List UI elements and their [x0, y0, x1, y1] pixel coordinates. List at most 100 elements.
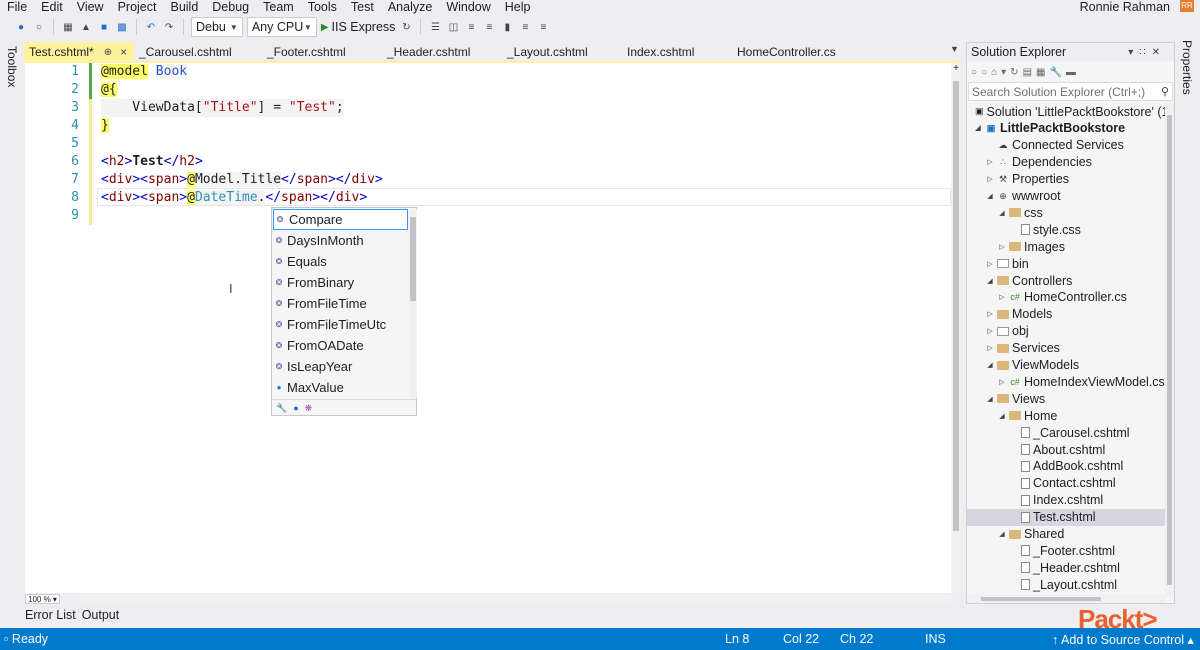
collapse-arrow-icon[interactable]: ▷: [997, 243, 1007, 251]
menu-test[interactable]: Test: [344, 0, 381, 14]
close-icon[interactable]: ✕: [1152, 47, 1166, 58]
scroll-thumb[interactable]: [1167, 115, 1172, 585]
undo-icon[interactable]: ↶: [144, 20, 158, 34]
tree-node[interactable]: ◢ Views: [967, 390, 1165, 407]
tree-node[interactable]: _Footer.cshtml: [967, 542, 1165, 559]
code-line-8[interactable]: <div><span>@DateTime.</span></div>: [101, 189, 367, 207]
tree-node[interactable]: ▷ obj: [967, 323, 1165, 340]
code-line-1[interactable]: @model Book: [101, 63, 188, 81]
code-line-3[interactable]: ViewData["Title"] = "Test";: [101, 99, 344, 117]
bottom-tab-output[interactable]: Output: [82, 608, 120, 624]
refresh-icon[interactable]: ↻: [399, 20, 413, 34]
forward-icon[interactable]: ○: [32, 20, 46, 34]
completion-item[interactable]: ❂ IsLeapYear: [273, 356, 408, 377]
tab-index-cshtml[interactable]: Index.cshtml: [614, 42, 724, 62]
bookmark-icon[interactable]: ▮: [500, 20, 514, 34]
collapse-arrow-icon[interactable]: ▷: [985, 327, 995, 335]
collapse-arrow-icon[interactable]: ▷: [985, 260, 995, 268]
tree-node[interactable]: ▷ bin: [967, 255, 1165, 272]
tree-node[interactable]: style.css: [967, 221, 1165, 238]
toolbox-strip[interactable]: Toolbox: [0, 40, 24, 628]
toolbox-label[interactable]: Toolbox: [5, 46, 19, 87]
collapse-all-icon[interactable]: ▤: [1023, 67, 1032, 78]
tree-node[interactable]: ◢ Controllers: [967, 272, 1165, 289]
forward-icon[interactable]: ○: [981, 67, 987, 78]
menu-team[interactable]: Team: [256, 0, 301, 14]
scroll-thumb[interactable]: [981, 597, 1101, 601]
code-line-4[interactable]: }: [101, 117, 109, 135]
completion-scrollbar[interactable]: [409, 209, 417, 398]
menu-project[interactable]: Project: [111, 0, 164, 14]
platform-dropdown[interactable]: Any CPU ▼: [246, 17, 317, 37]
bottom-tab-error-list[interactable]: Error List: [25, 608, 76, 624]
tree-node[interactable]: ◢ ⊕ wwwroot: [967, 188, 1165, 205]
comment-icon[interactable]: ≡: [464, 20, 478, 34]
tree-node[interactable]: ◢ Home: [967, 407, 1165, 424]
menu-edit[interactable]: Edit: [34, 0, 70, 14]
menu-window[interactable]: Window: [439, 0, 497, 14]
collapse-arrow-icon[interactable]: ▷: [985, 344, 995, 352]
sync-icon[interactable]: ↻: [1010, 67, 1018, 78]
tab-homecontroller-cs[interactable]: HomeController.cs: [724, 42, 854, 62]
menu-view[interactable]: View: [70, 0, 111, 14]
expand-arrow-icon[interactable]: ◢: [997, 412, 1007, 420]
tab-carousel-cshtml[interactable]: _Carousel.cshtml: [134, 42, 254, 62]
tab-layout-cshtml[interactable]: _Layout.cshtml: [494, 42, 614, 62]
pin-icon[interactable]: ∷: [1139, 47, 1151, 58]
expand-arrow-icon[interactable]: ◢: [997, 209, 1007, 217]
layout-icon[interactable]: ◫: [446, 20, 460, 34]
solution-search-input[interactable]: Search Solution Explorer (Ctrl+;) ⚲: [968, 82, 1173, 101]
completion-item[interactable]: ❂ FromFileTimeUtc: [273, 314, 408, 335]
properties-icon[interactable]: 🔧: [1049, 67, 1061, 78]
redo-icon[interactable]: ↷: [162, 20, 176, 34]
code-line-6[interactable]: <h2>Test</h2>: [101, 153, 203, 171]
menu-analyze[interactable]: Analyze: [381, 0, 439, 14]
tree-node[interactable]: ▷ ⚒ Properties: [967, 171, 1165, 188]
completion-item[interactable]: ❂ DaysInMonth: [273, 230, 408, 251]
method-filter-icon[interactable]: ❋: [305, 403, 313, 414]
close-icon[interactable]: ×: [120, 45, 127, 59]
zoom-dropdown[interactable]: 100 % ▾: [25, 593, 60, 604]
next-bookmark-icon[interactable]: ≡: [536, 20, 550, 34]
collapse-arrow-icon[interactable]: ▷: [985, 158, 995, 166]
expand-arrow-icon[interactable]: ◢: [985, 277, 995, 285]
home-icon[interactable]: ⌂: [991, 67, 997, 78]
tab-test-cshtml[interactable]: Test.cshtml* ⊕ ×: [24, 42, 134, 62]
properties-label[interactable]: Properties: [1180, 40, 1194, 95]
completion-item[interactable]: ❂ Compare: [273, 209, 408, 230]
save-icon[interactable]: ■: [97, 20, 111, 34]
tree-node[interactable]: ▷ Services: [967, 340, 1165, 357]
tree-node[interactable]: _Layout.cshtml: [967, 576, 1165, 593]
tree-node[interactable]: ◢ Shared: [967, 526, 1165, 543]
back-icon[interactable]: ○: [971, 67, 977, 78]
property-filter-icon[interactable]: ●: [293, 403, 298, 413]
expand-arrow-icon[interactable]: ◢: [973, 124, 983, 132]
tree-node[interactable]: Test.cshtml: [967, 508, 1165, 526]
tree-node[interactable]: Contact.cshtml: [967, 475, 1165, 492]
wrench-icon[interactable]: 🔧: [276, 403, 287, 414]
expand-arrow-icon[interactable]: ◢: [985, 395, 995, 403]
tab-overflow-icon[interactable]: ▼: [950, 44, 959, 54]
tree-node[interactable]: ▷ Models: [967, 306, 1165, 323]
open-icon[interactable]: ▲: [79, 20, 93, 34]
browser-link-icon[interactable]: ☰: [428, 20, 442, 34]
user-name[interactable]: Ronnie Rahman: [1080, 0, 1170, 14]
tree-node[interactable]: ◢ ▣ LittlePacktBookstore: [967, 120, 1165, 137]
tree-node[interactable]: AddBook.cshtml: [967, 458, 1165, 475]
new-project-icon[interactable]: ▦: [61, 20, 75, 34]
user-avatar[interactable]: RR: [1180, 0, 1194, 12]
tree-node[interactable]: About.cshtml: [967, 441, 1165, 458]
completion-item[interactable]: ❂ FromBinary: [273, 272, 408, 293]
code-line-7[interactable]: <div><span>@Model.Title</span></div>: [101, 171, 383, 189]
editor-horizontal-scrollbar[interactable]: [75, 595, 955, 602]
tree-node[interactable]: ▷ Images: [967, 238, 1165, 255]
show-all-files-icon[interactable]: ▦: [1036, 67, 1045, 78]
intellisense-popup[interactable]: ❂ Compare ❂ DaysInMonth ❂ Equals ❂ FromBinary ❂ F…: [271, 207, 417, 416]
tree-node[interactable]: ☁ Connected Services: [967, 137, 1165, 154]
tree-node[interactable]: ◢ css: [967, 204, 1165, 221]
menu-tools[interactable]: Tools: [301, 0, 344, 14]
collapse-arrow-icon[interactable]: ▷: [997, 293, 1007, 301]
tree-node[interactable]: ▣ Solution 'LittlePacktBookstore' (1: [967, 103, 1165, 120]
tree-node[interactable]: ▷ c# HomeIndexViewModel.cs: [967, 373, 1165, 390]
expand-arrow-icon[interactable]: ◢: [985, 361, 995, 369]
